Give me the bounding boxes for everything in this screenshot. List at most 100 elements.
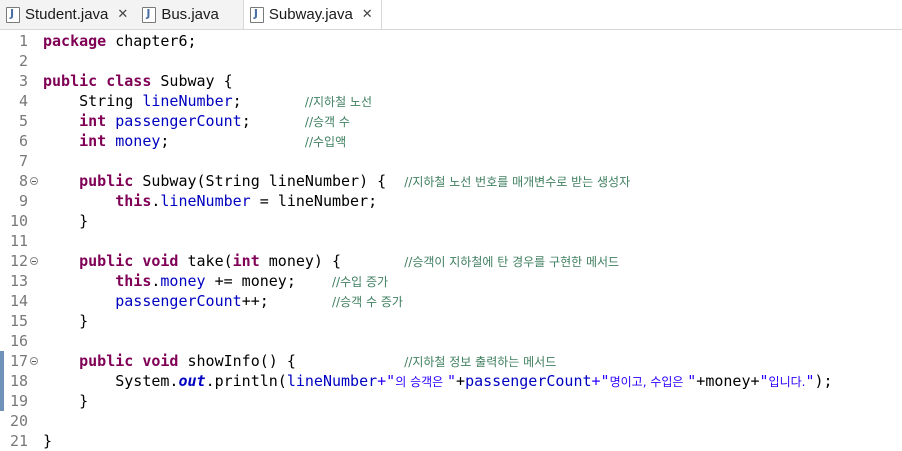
- string-literal: +"의 승객은 ": [377, 372, 456, 390]
- line-number: 18: [0, 371, 36, 391]
- line-number: 10: [9, 212, 28, 230]
- code-line: 9 this.lineNumber = lineNumber;: [0, 191, 902, 211]
- line-number: 5: [18, 112, 28, 130]
- string-text: 의 승객은: [395, 375, 448, 389]
- string-text: 명이고, 수입은: [609, 375, 688, 389]
- code-line: 8 public Subway(String lineNumber) { //지…: [0, 171, 902, 191]
- string-quote: ": [687, 372, 697, 390]
- fold-toggle-icon[interactable]: [30, 357, 38, 365]
- close-icon[interactable]: ✕: [362, 7, 373, 22]
- field-name: lineNumber: [160, 192, 251, 210]
- code-text: ) {: [359, 172, 405, 190]
- parameter-name: lineNumber: [277, 192, 369, 210]
- code-text: );: [814, 372, 833, 390]
- keyword: this: [115, 272, 152, 290]
- line-number: 1: [18, 32, 28, 50]
- code-text: System.: [115, 372, 179, 390]
- string-quote: +": [377, 372, 396, 390]
- line-number: 6: [18, 132, 28, 150]
- code-text: =: [250, 192, 278, 210]
- code-text: Subway(String: [133, 172, 269, 190]
- keyword: void: [142, 252, 179, 270]
- field-name: lineNumber: [286, 372, 378, 390]
- field-name: passengerCount: [465, 372, 592, 390]
- line-number: 7: [18, 152, 28, 170]
- code-comment: //지하철 노선 번호를 매개변수로 받는 생성자: [404, 175, 631, 189]
- keyword: int: [79, 112, 107, 130]
- field-name: passengerCount: [115, 112, 242, 130]
- code-line: 11: [0, 231, 902, 251]
- code-text: +money+: [696, 372, 760, 390]
- tab-subway-java[interactable]: Subway.java ✕: [242, 0, 382, 29]
- keyword: int: [232, 252, 260, 270]
- line-number: 19: [0, 391, 36, 411]
- line-number: 3: [18, 72, 28, 90]
- close-icon[interactable]: ✕: [117, 7, 128, 22]
- keyword: public: [79, 252, 134, 270]
- code-text: Subway {: [151, 72, 233, 90]
- string-quote: ": [447, 372, 457, 390]
- parameter-name: lineNumber: [268, 172, 360, 190]
- tab-label: Subway.java: [268, 6, 353, 23]
- java-file-icon: [249, 6, 264, 23]
- code-text: take(: [178, 252, 233, 270]
- fold-toggle-icon[interactable]: [30, 177, 38, 185]
- code-text: .println(: [205, 372, 287, 390]
- keyword: void: [142, 352, 179, 370]
- code-text: }: [79, 392, 89, 410]
- field-name: money: [160, 272, 206, 290]
- fold-toggle-icon[interactable]: [30, 257, 38, 265]
- keyword: public: [79, 352, 134, 370]
- code-comment: //승객 수: [304, 115, 350, 129]
- code-text: += money;: [205, 272, 332, 290]
- code-line: 12 public void take(int money) { //승객이 지…: [0, 251, 902, 271]
- code-line: 21 }: [0, 431, 902, 451]
- code-editor[interactable]: 1 package chapter6; 2 3 public class Sub…: [0, 30, 902, 451]
- code-comment: //수입 증가: [332, 275, 389, 289]
- static-field: out: [178, 372, 206, 390]
- keyword: public: [43, 72, 98, 90]
- code-line: 5 int passengerCount; //승객 수: [0, 111, 902, 131]
- line-number: 20: [9, 412, 28, 430]
- line-number: 2: [18, 52, 28, 70]
- tab-student-java[interactable]: Student.java ✕: [0, 0, 137, 29]
- code-comment: //지하철 정보 출력하는 메서드: [404, 355, 557, 369]
- code-line: 3 public class Subway {: [0, 71, 902, 91]
- line-number: 17: [0, 351, 38, 371]
- code-text: money) {: [259, 252, 405, 270]
- line-number: 13: [9, 272, 28, 290]
- line-number: 9: [18, 192, 28, 210]
- code-text: ++;: [241, 292, 332, 310]
- code-text: }: [79, 312, 89, 330]
- keyword: int: [79, 132, 107, 150]
- code-line: 4 String lineNumber; //지하철 노선: [0, 91, 902, 111]
- code-comment: //승객 수 증가: [332, 295, 403, 309]
- code-line: 2: [0, 51, 902, 71]
- code-line: 19 }: [0, 391, 902, 411]
- code-text: chapter6;: [106, 32, 197, 50]
- keyword: this: [115, 192, 152, 210]
- code-comment: //수입액: [304, 135, 347, 149]
- tab-label: Student.java: [25, 6, 109, 23]
- code-text: showInfo() {: [178, 352, 405, 370]
- code-text: }: [43, 432, 53, 450]
- code-line: 20: [0, 411, 902, 431]
- code-line: 1 package chapter6;: [0, 31, 902, 51]
- tab-bus-java[interactable]: Bus.java: [136, 0, 243, 29]
- string-quote: +": [591, 372, 610, 390]
- code-text: String: [79, 92, 143, 110]
- string-literal: "입니다.": [760, 372, 815, 390]
- field-name: money: [115, 132, 161, 150]
- code-text: ;: [241, 112, 251, 130]
- tab-label: Bus.java: [161, 6, 219, 23]
- java-file-icon: [6, 6, 20, 23]
- code-comment: //승객이 지하철에 탄 경우를 구현한 메서드: [404, 255, 620, 269]
- code-line: 18 System.out.println(lineNumber+"의 승객은 …: [0, 371, 902, 391]
- string-literal: +"명이고, 수입은 ": [592, 372, 697, 390]
- line-number: 15: [9, 312, 28, 330]
- keyword: class: [106, 72, 152, 90]
